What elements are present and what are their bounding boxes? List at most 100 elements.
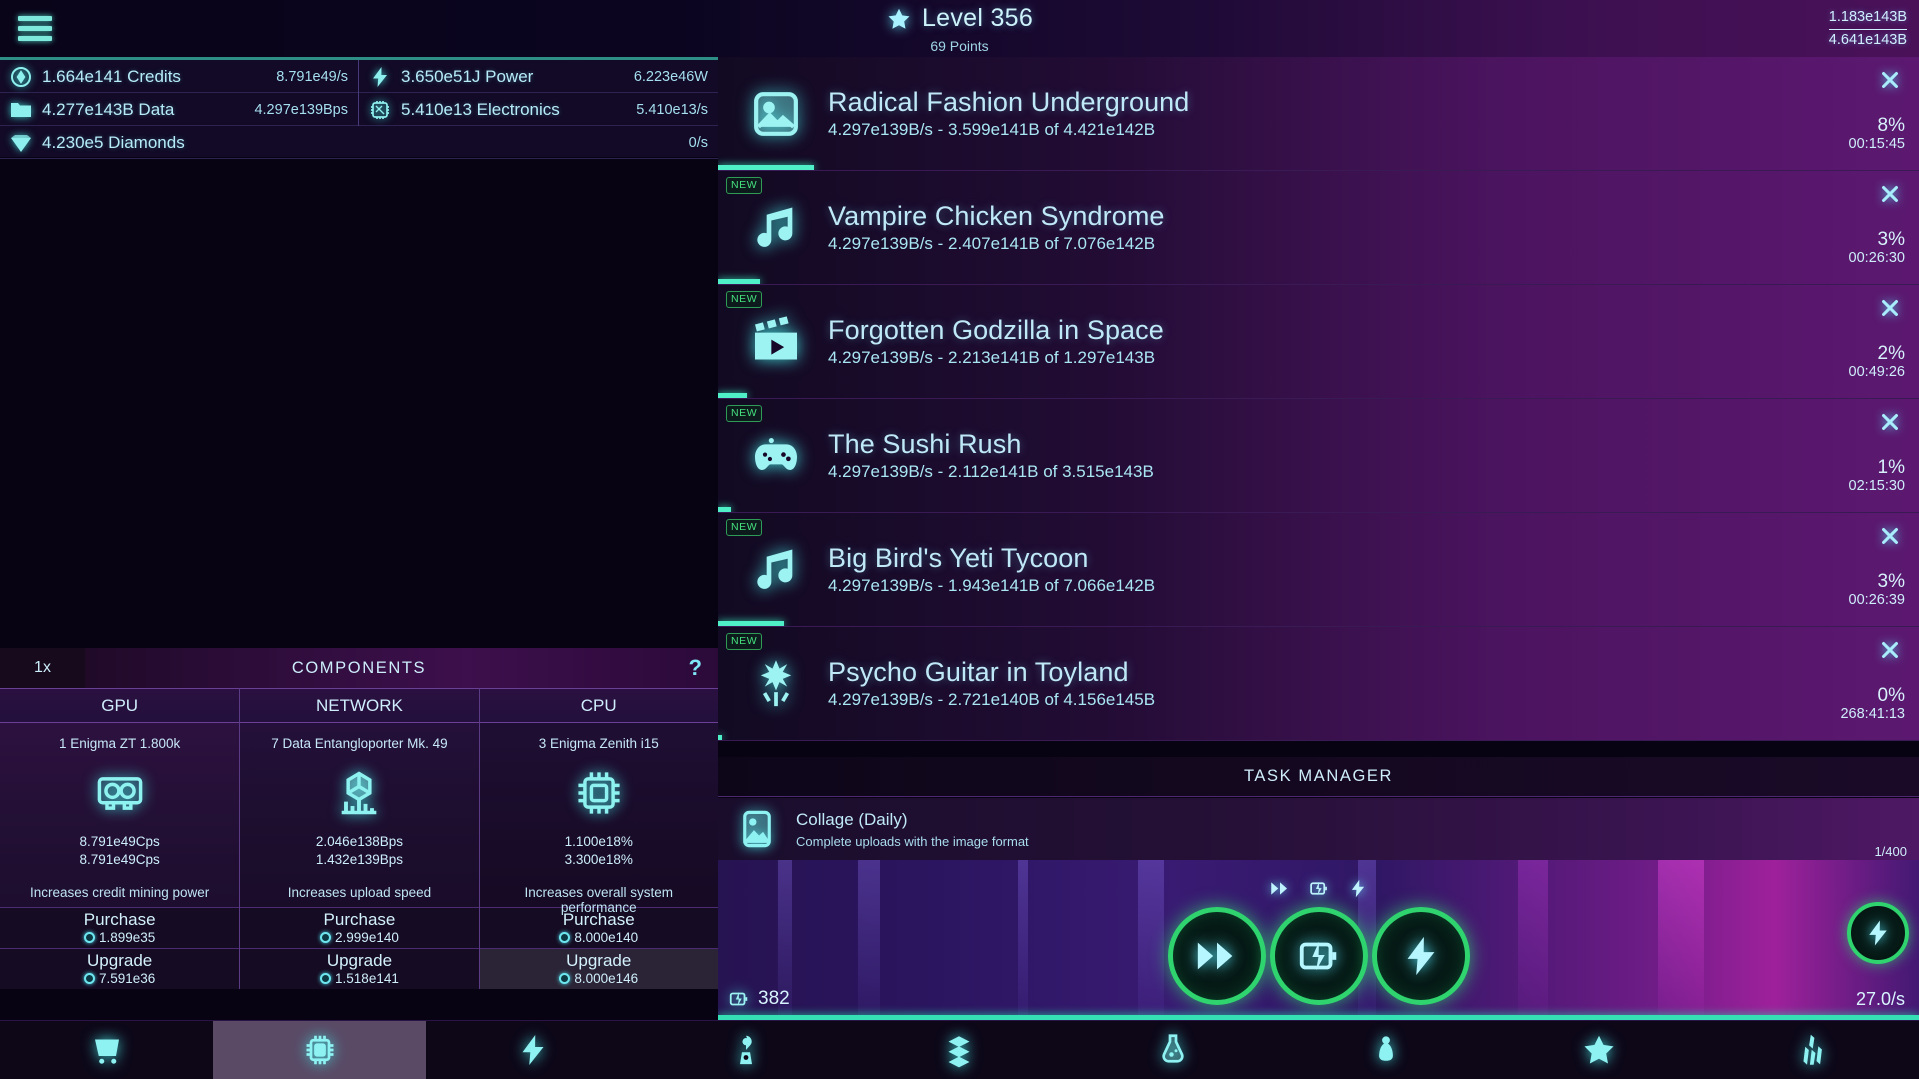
credits-coin-icon bbox=[84, 973, 95, 984]
nav-research[interactable] bbox=[1066, 1021, 1279, 1079]
components-grid: GPU 1 Enigma ZT 1.800k 8.791e49Cps 8.791… bbox=[0, 688, 718, 989]
upload-progress-text: 4.297e139B/s - 2.721e140B of 4.156e145B bbox=[828, 690, 1919, 710]
close-x-icon[interactable] bbox=[1879, 69, 1901, 91]
credits-icon bbox=[9, 65, 33, 89]
component-body: 7 Data Entangloporter Mk. 49 2.046e138Bp… bbox=[240, 723, 478, 907]
component-desc: Increases upload speed bbox=[240, 885, 478, 900]
bottom-navigation bbox=[0, 1020, 1919, 1079]
resource-rate: 5.410e13/s bbox=[636, 102, 708, 118]
upload-time: 00:26:39 bbox=[1849, 592, 1905, 608]
upload-progress-text: 4.297e139B/s - 2.112e141B of 3.515e143B bbox=[828, 462, 1919, 482]
credits-coin-icon bbox=[559, 932, 570, 943]
task-manager-row[interactable]: Collage (Daily) Complete uploads with th… bbox=[718, 798, 1919, 860]
power-surge-button[interactable] bbox=[1372, 907, 1470, 1005]
nav-components[interactable] bbox=[213, 1021, 426, 1079]
upgrade-button-cpu[interactable]: Upgrade 8.000e146 bbox=[480, 948, 718, 989]
nav-layers[interactable] bbox=[853, 1021, 1066, 1079]
component-type: CPU bbox=[480, 688, 718, 723]
resource-power[interactable]: 3.650e51J Power 6.223e46W bbox=[359, 60, 718, 93]
gpu-icon bbox=[0, 762, 239, 824]
battery-boost-button[interactable] bbox=[1270, 907, 1368, 1005]
resource-data[interactable]: 4.277e143B Data 4.297e139Bps bbox=[0, 93, 359, 126]
credits-coin-icon bbox=[320, 973, 331, 984]
resource-rate: 8.791e49/s bbox=[276, 69, 348, 85]
action-bar[interactable]: 382 27.0/s bbox=[718, 860, 1919, 1020]
power-up-indicators bbox=[1269, 878, 1368, 904]
game-icon bbox=[748, 428, 804, 484]
component-model: 1 Enigma ZT 1.800k bbox=[0, 736, 239, 751]
upload-percent: 3% bbox=[1849, 229, 1905, 251]
upload-row[interactable]: NEW Big Bird's Yeti Tycoon 4.297e139B/s … bbox=[718, 513, 1919, 627]
upgrade-label: Upgrade bbox=[327, 952, 392, 970]
nav-crystals[interactable] bbox=[1706, 1021, 1919, 1079]
nav-achievements[interactable] bbox=[1493, 1021, 1706, 1079]
upload-row[interactable]: NEW Vampire Chicken Syndrome 4.297e139B/… bbox=[718, 171, 1919, 285]
close-x-icon[interactable] bbox=[1879, 525, 1901, 547]
diamond-icon bbox=[9, 131, 33, 155]
upgrade-label: Upgrade bbox=[87, 952, 152, 970]
upload-list: Radical Fashion Underground 4.297e139B/s… bbox=[718, 57, 1919, 757]
resource-row: 1.664e141 Credits 8.791e49/s 3.650e51J P… bbox=[0, 60, 718, 93]
star-icon bbox=[886, 6, 912, 32]
task-description: Complete uploads with the image format bbox=[796, 834, 1029, 849]
purchase-label: Purchase bbox=[563, 911, 635, 929]
nav-automation[interactable] bbox=[640, 1021, 853, 1079]
upload-progress-text: 4.297e139B/s - 2.407e141B of 7.076e142B bbox=[828, 234, 1919, 254]
video-icon bbox=[748, 314, 804, 370]
upload-row[interactable]: Radical Fashion Underground 4.297e139B/s… bbox=[718, 57, 1919, 171]
fast-forward-button[interactable] bbox=[1168, 907, 1266, 1005]
multiplier-button[interactable]: 1x bbox=[0, 648, 85, 688]
nav-prestige[interactable] bbox=[1279, 1021, 1492, 1079]
side-power-button[interactable] bbox=[1847, 902, 1909, 964]
music-icon bbox=[748, 200, 804, 256]
upload-progress-text: 4.297e139B/s - 1.943e141B of 7.066e142B bbox=[828, 576, 1919, 596]
upgrade-button-gpu[interactable]: Upgrade 7.591e36 bbox=[0, 948, 239, 989]
close-x-icon[interactable] bbox=[1879, 297, 1901, 319]
ratio-numerator: 1.183e143B bbox=[1829, 7, 1907, 30]
battery-bolt-icon bbox=[1296, 933, 1342, 979]
upgrade-cost: 7.591e36 bbox=[99, 971, 155, 986]
upload-time: 00:49:26 bbox=[1849, 364, 1905, 380]
upload-percent: 1% bbox=[1849, 457, 1905, 479]
progress-bar bbox=[718, 621, 784, 626]
component-stat-1: 8.791e49Cps bbox=[79, 834, 159, 849]
energy-value: 382 bbox=[758, 988, 790, 1010]
progress-bar bbox=[718, 393, 747, 398]
help-icon[interactable]: ? bbox=[689, 655, 702, 681]
nav-power[interactable] bbox=[426, 1021, 639, 1079]
purchase-button-gpu[interactable]: Purchase 1.899e35 bbox=[0, 907, 239, 948]
resource-credits[interactable]: 1.664e141 Credits 8.791e49/s bbox=[0, 60, 359, 93]
resource-diamonds[interactable]: 4.230e5 Diamonds 0/s bbox=[0, 126, 718, 159]
resource-rate: 0/s bbox=[689, 135, 708, 151]
resource-rate: 6.223e46W bbox=[634, 69, 708, 85]
resource-electronics[interactable]: 5.410e13 Electronics 5.410e13/s bbox=[359, 93, 718, 126]
upload-title: Psycho Guitar in Toyland bbox=[828, 657, 1919, 688]
close-x-icon[interactable] bbox=[1879, 639, 1901, 661]
upload-progress-text: 4.297e139B/s - 3.599e141B of 4.421e142B bbox=[828, 120, 1919, 140]
cpu-chip-icon bbox=[302, 1032, 338, 1068]
ratio-denominator: 4.641e143B bbox=[1829, 30, 1907, 51]
shopping-cart-icon bbox=[89, 1032, 125, 1068]
upload-row[interactable]: NEW Psycho Guitar in Toyland 4.297e139B/… bbox=[718, 627, 1919, 741]
cpu-icon bbox=[480, 762, 718, 824]
upload-time: 00:26:30 bbox=[1849, 250, 1905, 266]
resource-name: 4.277e143B Data bbox=[42, 100, 174, 120]
nav-shop[interactable] bbox=[0, 1021, 213, 1079]
lightning-bolt-icon bbox=[1347, 878, 1368, 904]
purchase-button-cpu[interactable]: Purchase 8.000e140 bbox=[480, 907, 718, 948]
close-x-icon[interactable] bbox=[1879, 183, 1901, 205]
image-icon bbox=[748, 86, 804, 142]
close-x-icon[interactable] bbox=[1879, 411, 1901, 433]
purchase-button-network[interactable]: Purchase 2.999e140 bbox=[240, 907, 478, 948]
upload-title: Radical Fashion Underground bbox=[828, 87, 1919, 118]
upload-row[interactable]: NEW The Sushi Rush 4.297e139B/s - 2.112e… bbox=[718, 399, 1919, 513]
components-header: 1x COMPONENTS ? bbox=[0, 648, 718, 688]
upload-row[interactable]: NEW Forgotten Godzilla in Space 4.297e13… bbox=[718, 285, 1919, 399]
upgrade-cost: 1.518e141 bbox=[335, 971, 399, 986]
upload-progress-text: 4.297e139B/s - 2.213e141B of 1.297e143B bbox=[828, 348, 1919, 368]
resource-name: 4.230e5 Diamonds bbox=[42, 133, 185, 153]
purchase-label: Purchase bbox=[84, 911, 156, 929]
upgrade-button-network[interactable]: Upgrade 1.518e141 bbox=[240, 948, 478, 989]
music-icon bbox=[748, 542, 804, 598]
components-panel: 1x COMPONENTS ? GPU 1 Enigma ZT 1.800k 8… bbox=[0, 648, 718, 1020]
